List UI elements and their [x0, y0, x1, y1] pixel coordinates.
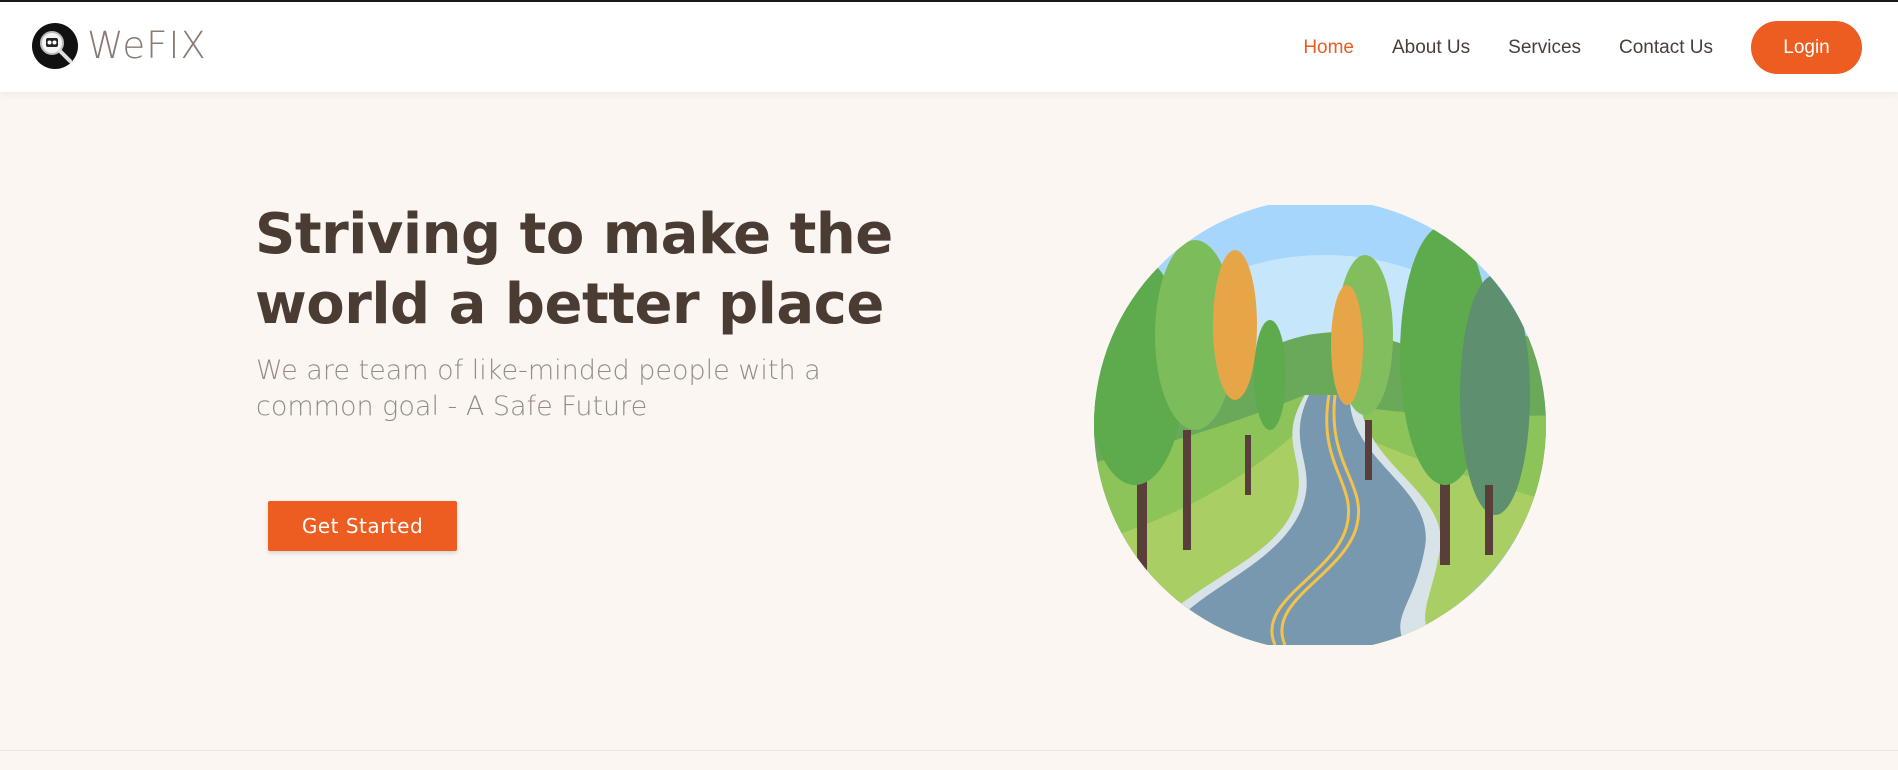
brand[interactable]: WeFIX — [31, 22, 207, 70]
nav-link-home[interactable]: Home — [1303, 22, 1354, 74]
hero-title-line-1: Striving to make the — [255, 202, 893, 267]
hero-subtitle: We are team of like-minded people with a… — [256, 353, 896, 425]
nav-link-about-us[interactable]: About Us — [1392, 22, 1470, 74]
hero-subtitle-line-1: We are team of like-minded people with a — [256, 355, 821, 386]
magnifier-logo-icon — [32, 23, 78, 69]
login-button[interactable]: Login — [1751, 21, 1862, 74]
nav-link-services[interactable]: Services — [1508, 22, 1581, 74]
section-divider — [0, 750, 1898, 751]
brand-name: WeFIX — [87, 24, 207, 67]
hero-subtitle-line-2: common goal - A Safe Future — [256, 391, 648, 422]
get-started-button[interactable]: Get Started — [268, 501, 457, 551]
nav-link-contact-us[interactable]: Contact Us — [1619, 22, 1713, 74]
hero-title-line-2: world a better place — [255, 272, 884, 337]
hero-title: Striving to make the world a better plac… — [255, 200, 895, 340]
winding-road-trees-illustration — [1094, 205, 1546, 645]
nav-links: Home About Us Services Contact Us Login — [1303, 21, 1862, 74]
navbar: WeFIX Home About Us Services Contact Us … — [0, 2, 1898, 92]
